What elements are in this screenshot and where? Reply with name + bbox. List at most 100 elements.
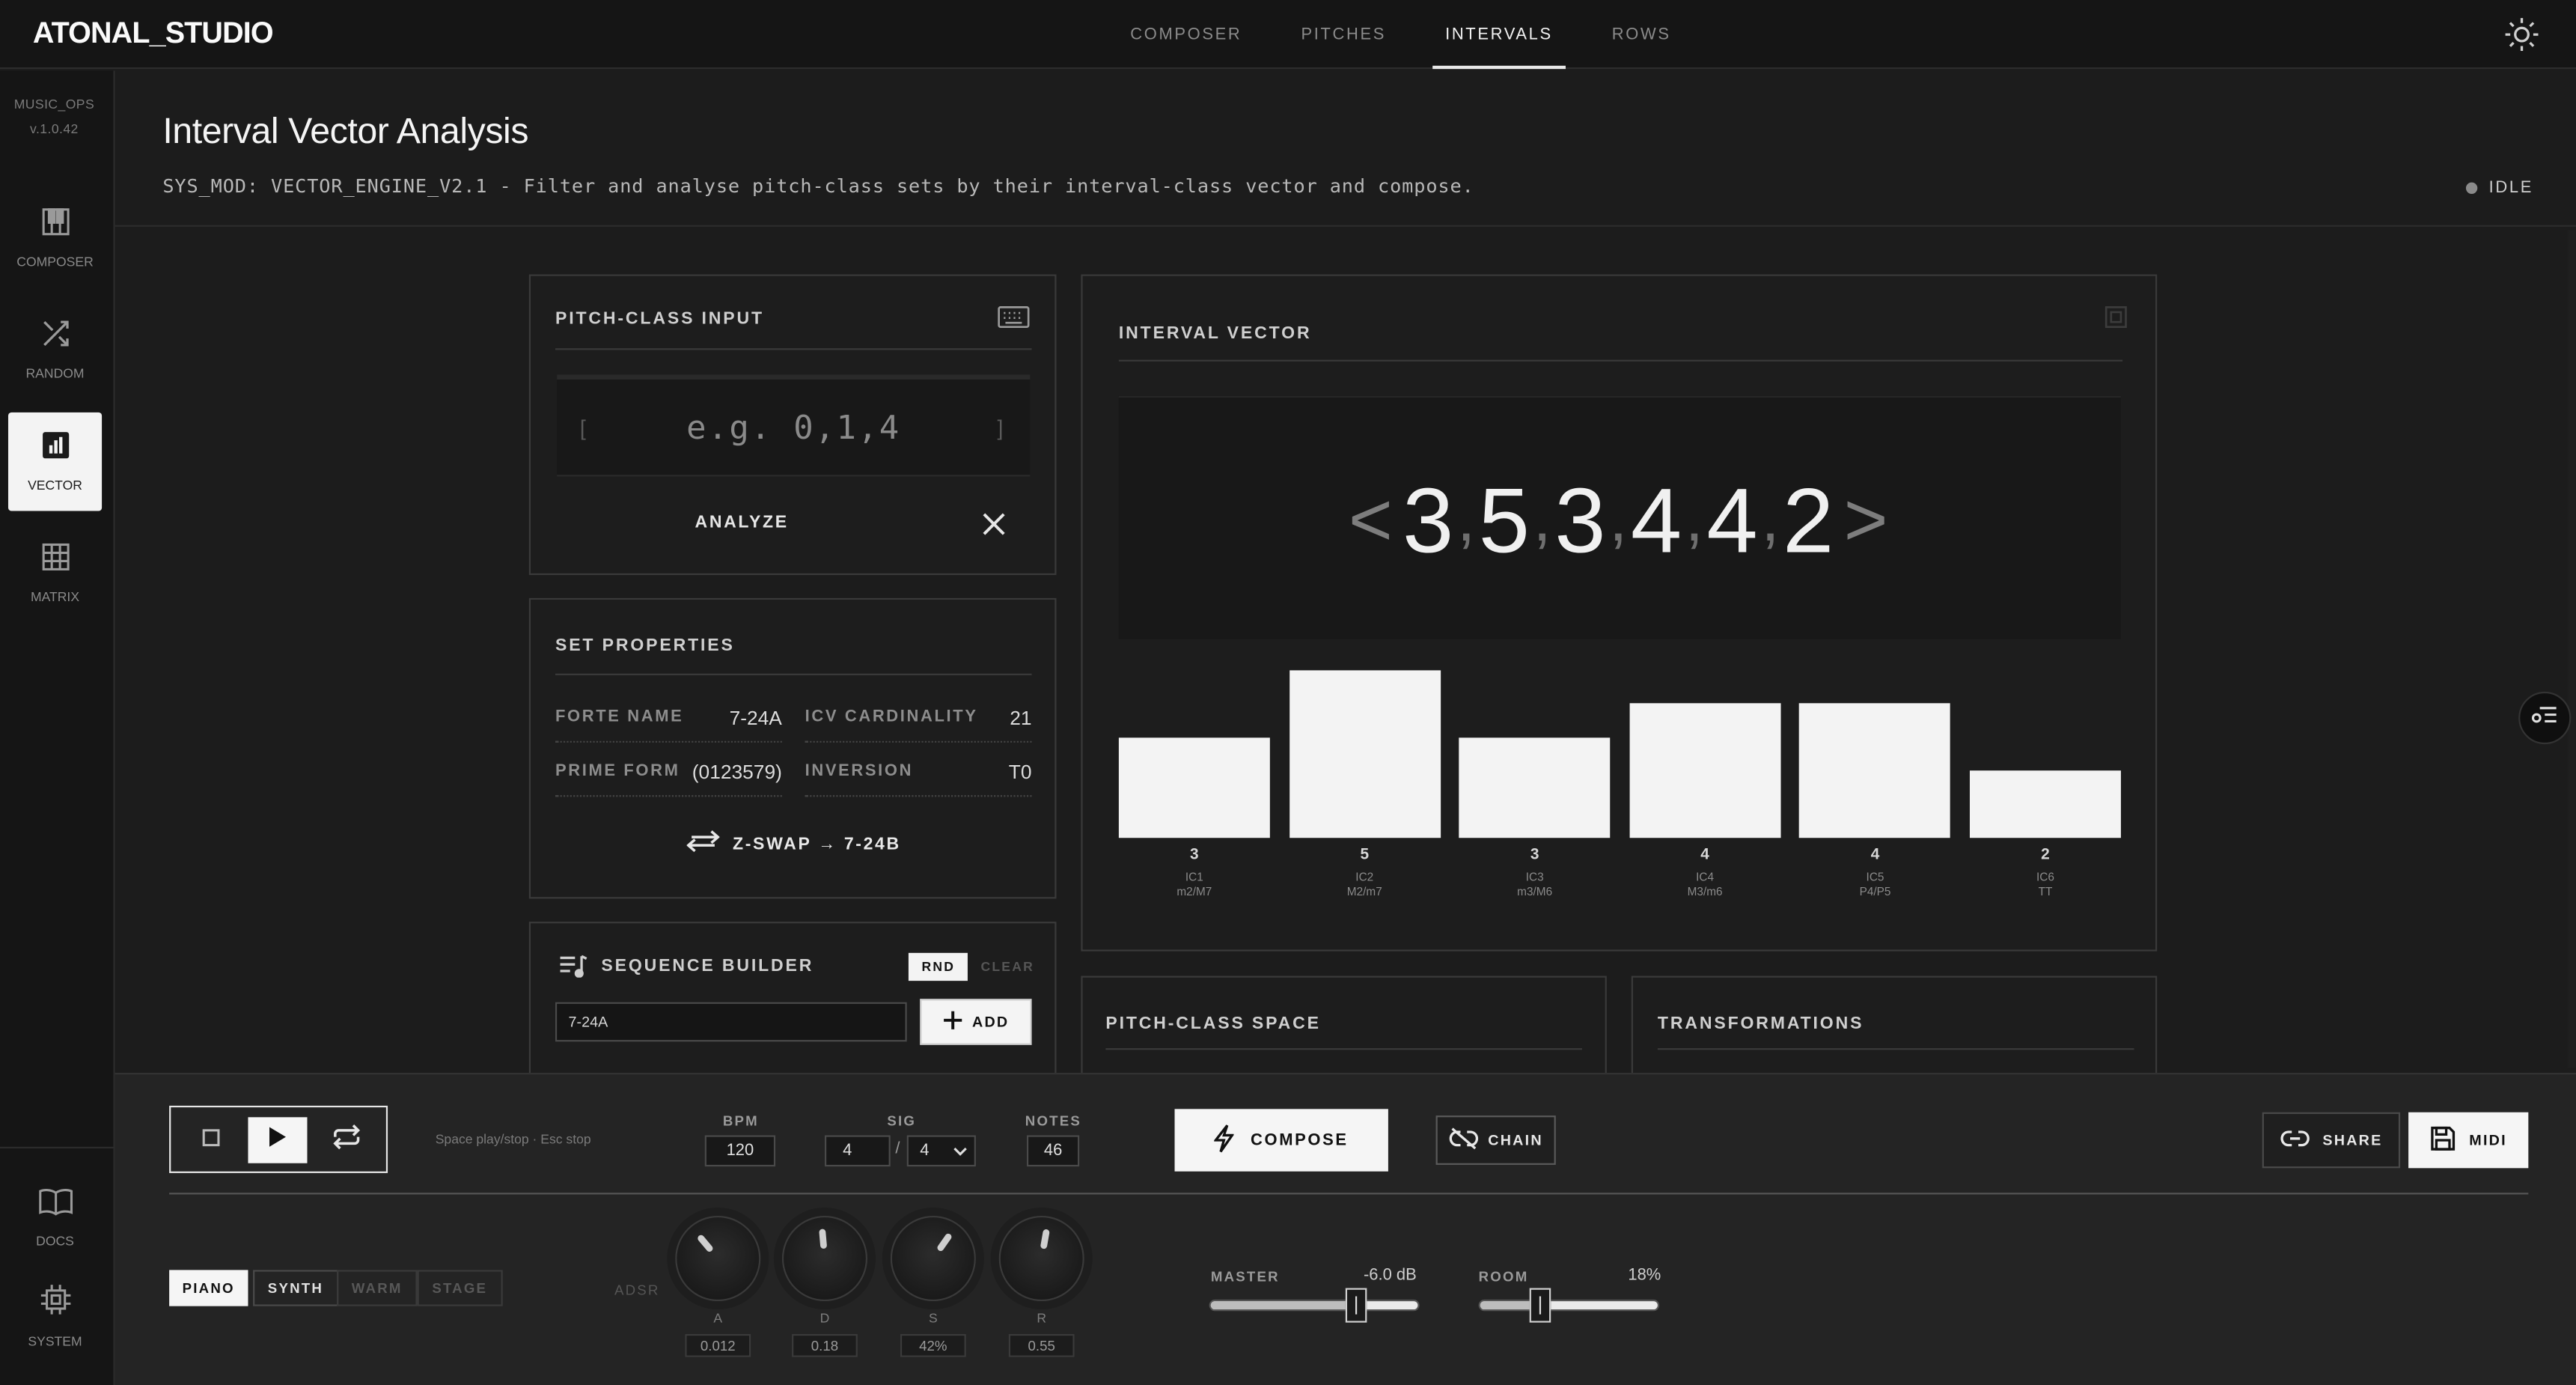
bpm-input[interactable]: 120 <box>704 1135 776 1167</box>
expand-icon[interactable] <box>2105 305 2128 337</box>
tab-intervals[interactable]: INTERVALS <box>1416 0 1583 70</box>
prop-label: PRIME FORM <box>555 762 680 781</box>
chain-label: CHAIN <box>1488 1132 1543 1148</box>
midi-label: MIDI <box>2469 1132 2507 1148</box>
icv-cardinality-row: ICV CARDINALITY 21 <box>805 693 1032 743</box>
adsr-knob-a[interactable] <box>675 1215 761 1302</box>
analyze-button[interactable]: ANALYZE <box>695 513 789 532</box>
bar-value-label: 5 <box>1360 846 1370 865</box>
interval-class-label: IC4 M3/m6 <box>1629 871 1780 901</box>
sidebar-item-matrix[interactable]: MATRIX <box>8 524 102 623</box>
ic-name: IC2 <box>1355 872 1374 884</box>
adsr-knob-d[interactable] <box>781 1215 868 1302</box>
rnd-button[interactable]: RND <box>908 952 968 981</box>
panel-divider <box>555 348 1032 350</box>
sidebar-item-composer[interactable]: COMPOSER <box>8 189 102 287</box>
master-label: MASTER <box>1210 1268 1280 1285</box>
interval-class-bar-6[interactable] <box>1969 770 2121 838</box>
interval-class-bar-5[interactable] <box>1799 704 1951 838</box>
ic-name: IC5 <box>1866 872 1884 884</box>
sidebar-item-label: SYSTEM <box>28 1333 82 1349</box>
interval-class-label: IC3 m3/M6 <box>1459 871 1611 901</box>
knob-value[interactable]: 0.012 <box>685 1333 751 1357</box>
app-logo[interactable]: ATONAL_STUDIO <box>33 16 274 51</box>
preset-stage[interactable]: STAGE <box>417 1270 502 1306</box>
room-slider-thumb[interactable] <box>1528 1288 1551 1323</box>
preset-piano[interactable]: PIANO <box>169 1270 248 1306</box>
adsr-knob-r[interactable] <box>998 1215 1084 1302</box>
knob-value[interactable]: 0.55 <box>1008 1333 1075 1357</box>
time-sig-denominator-select[interactable]: 4 <box>906 1135 976 1167</box>
panel-title: TRANSFORMATIONS <box>1657 1014 1864 1034</box>
interval-class-bar-2[interactable] <box>1289 670 1441 838</box>
bracket-close: ] <box>997 416 1004 441</box>
playback-controls <box>169 1105 388 1173</box>
sidebar-item-label: VECTOR <box>28 478 82 493</box>
notes-input[interactable]: 46 <box>1026 1135 1080 1167</box>
set-properties-panel: SET PROPERTIES FORTE NAME 7-24A ICV CARD… <box>528 597 1057 899</box>
tab-pitches[interactable]: PITCHES <box>1272 0 1416 69</box>
compose-label: COMPOSE <box>1251 1130 1349 1150</box>
sidebar-item-label: RANDOM <box>25 366 85 382</box>
room-reverb-slider[interactable] <box>1478 1288 1660 1323</box>
preset-synth[interactable]: SYNTH <box>253 1270 338 1306</box>
time-sig-numerator[interactable]: 4 <box>824 1135 891 1167</box>
master-slider-thumb[interactable] <box>1346 1288 1367 1323</box>
status-text: IDLE <box>2488 179 2534 198</box>
knob-value[interactable]: 0.18 <box>792 1333 858 1357</box>
knob-label: D <box>820 1311 830 1326</box>
vector-readout: < 3, 5, 3, 4, 4, 2 > <box>1119 398 2121 641</box>
prop-value: (0123579) <box>692 759 782 783</box>
ic-name: IC4 <box>1696 872 1715 884</box>
theme-toggle-sun-icon[interactable] <box>2503 16 2539 52</box>
master-volume-slider[interactable] <box>1209 1288 1420 1323</box>
ic-interval-pair: m3/M6 <box>1517 887 1553 899</box>
book-icon <box>37 1186 73 1223</box>
knob-value[interactable]: 42% <box>900 1333 966 1357</box>
panel-divider <box>1105 1048 1582 1050</box>
interval-class-bar-1[interactable] <box>1118 737 1270 838</box>
compose-button[interactable]: COMPOSE <box>1174 1109 1388 1172</box>
sidebar-item-random[interactable]: RANDOM <box>8 301 102 400</box>
chain-button[interactable]: CHAIN <box>1435 1115 1556 1165</box>
keyboard-icon[interactable] <box>997 305 1030 337</box>
adsr-knob-s[interactable] <box>890 1215 976 1302</box>
floating-settings-button[interactable] <box>2518 691 2572 745</box>
tab-rows[interactable]: ROWS <box>1582 0 1700 69</box>
z-swap-button[interactable]: Z-SWAP → 7-24B <box>686 830 901 857</box>
sequence-set-input[interactable] <box>555 1002 907 1042</box>
clear-button[interactable]: CLEAR <box>968 953 1048 981</box>
transport-divider <box>169 1193 2529 1195</box>
save-disk-icon <box>2430 1125 2456 1155</box>
add-button[interactable]: ADD <box>920 999 1032 1045</box>
forte-name-row: FORTE NAME 7-24A <box>555 693 782 743</box>
sequence-builder-panel: SEQUENCE BUILDER RND CLEAR ADD <box>528 922 1057 1086</box>
main-scrollbar[interactable] <box>2568 230 2576 1068</box>
stop-button[interactable] <box>180 1117 239 1163</box>
sidebar-item-vector[interactable]: VECTOR <box>7 412 103 511</box>
interval-class-bar-3[interactable] <box>1459 737 1611 838</box>
link-icon <box>2280 1130 2310 1150</box>
play-button[interactable] <box>248 1117 308 1163</box>
sidebar-item-docs[interactable]: DOCS <box>8 1168 102 1267</box>
knob-indicator <box>1040 1229 1050 1249</box>
master-value: -6.0 dB <box>1363 1266 1417 1285</box>
sidebar-item-label: MATRIX <box>30 589 80 605</box>
sig-denominator-value: 4 <box>920 1142 930 1160</box>
interval-class-label: IC5 P4/P5 <box>1800 871 1951 901</box>
chip-icon <box>39 1283 72 1324</box>
pitch-class-input[interactable] <box>590 399 998 455</box>
interval-class-bar-4[interactable] <box>1629 704 1781 838</box>
bpm-label: BPM <box>722 1112 759 1129</box>
midi-export-button[interactable]: MIDI <box>2408 1112 2529 1169</box>
ic-interval-pair: M2/m7 <box>1346 887 1382 899</box>
sidebar-item-system[interactable]: SYSTEM <box>8 1267 102 1366</box>
preset-warm[interactable]: WARM <box>337 1270 418 1306</box>
share-button[interactable]: SHARE <box>2262 1112 2401 1169</box>
bar-value-label: 3 <box>1530 846 1539 865</box>
tab-composer[interactable]: COMPOSER <box>1101 0 1272 69</box>
play-icon <box>268 1124 287 1156</box>
clear-input-close-icon[interactable] <box>983 513 1006 544</box>
loop-button[interactable] <box>317 1117 376 1163</box>
knob-indicator <box>936 1232 953 1252</box>
